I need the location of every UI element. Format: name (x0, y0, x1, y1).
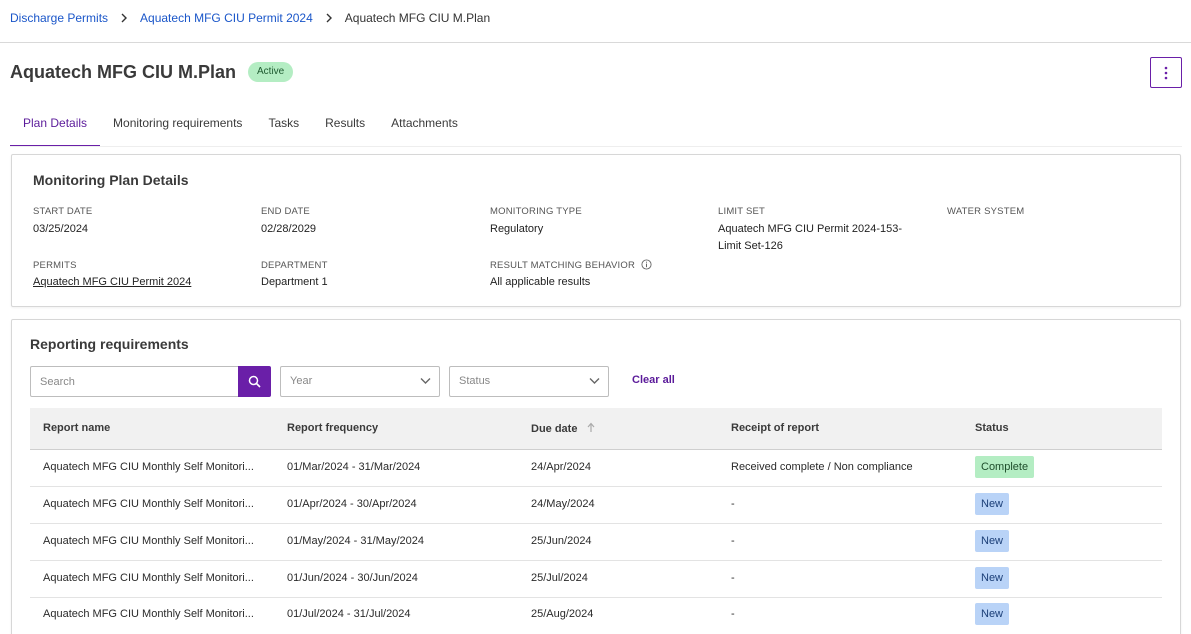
status-select[interactable]: Status (449, 366, 609, 397)
permit-link[interactable]: Aquatech MFG CIU Permit 2024 (33, 274, 191, 291)
more-options-button[interactable] (1150, 57, 1182, 88)
clear-all-link[interactable]: Clear all (632, 374, 675, 386)
monitoring-plan-card: Monitoring Plan Details START DATE 03/25… (11, 154, 1181, 307)
search-box (30, 366, 271, 397)
report-frequency-cell: 01/Jun/2024 - 30/Jun/2024 (287, 572, 418, 584)
status-badge: Active (248, 62, 294, 82)
chevron-right-icon (326, 13, 332, 23)
search-button[interactable] (238, 366, 271, 397)
due-date-cell: 24/May/2024 (531, 498, 595, 510)
due-date-cell: 24/Apr/2024 (531, 461, 591, 473)
limit-set-value-line1: Aquatech MFG CIU Permit 2024-153- (718, 223, 903, 235)
breadcrumb-link-permit[interactable]: Aquatech MFG CIU Permit 2024 (140, 11, 313, 25)
receipt-cell: - (731, 572, 735, 584)
header-divider (0, 42, 1191, 43)
report-name-cell[interactable]: Aquatech MFG CIU Monthly Self Monitori..… (43, 535, 254, 547)
breadcrumb-current: Aquatech MFG CIU M.Plan (344, 11, 491, 25)
report-name-cell[interactable]: Aquatech MFG CIU Monthly Self Monitori..… (43, 572, 254, 584)
year-select-placeholder: Year (290, 375, 313, 387)
status-badge-new: New (975, 530, 1010, 552)
tab-plan-details[interactable]: Plan Details (10, 105, 101, 147)
column-header-report-name[interactable]: Report name (43, 422, 110, 434)
result-matching-label-wrap: RESULT MATCHING BEHAVIOR (490, 259, 652, 271)
column-header-status[interactable]: Status (975, 422, 1009, 434)
status-badge-new: New (975, 493, 1010, 515)
receipt-cell: - (731, 498, 735, 510)
status-badge-new: New (975, 603, 1010, 625)
status-badge-complete: Complete (975, 456, 1035, 478)
column-header-report-frequency[interactable]: Report frequency (287, 422, 378, 434)
info-icon[interactable] (641, 259, 652, 270)
table-row[interactable]: Aquatech MFG CIU Monthly Self Monitori..… (30, 597, 1162, 634)
table-row[interactable]: Aquatech MFG CIU Monthly Self Monitori..… (30, 450, 1162, 487)
card-title: Monitoring Plan Details (33, 172, 189, 188)
card-title: Reporting requirements (30, 336, 189, 352)
chevron-down-icon (589, 378, 600, 384)
status-select-placeholder: Status (459, 375, 491, 387)
monitoring-type-value: Regulatory (490, 223, 544, 235)
chevron-right-icon (121, 13, 128, 23)
chevron-down-icon (420, 378, 431, 384)
report-name-cell[interactable]: Aquatech MFG CIU Monthly Self Monitori..… (43, 498, 254, 510)
water-system-label: WATER SYSTEM (947, 206, 1025, 217)
start-date-value: 03/25/2024 (33, 223, 89, 235)
column-header-receipt[interactable]: Receipt of report (731, 422, 819, 434)
breadcrumb-link-discharge-permits[interactable]: Discharge Permits (10, 11, 108, 25)
tabs-divider (10, 146, 1182, 147)
search-input[interactable] (31, 367, 238, 396)
receipt-cell: - (731, 535, 735, 547)
table-header: Report name Report frequency Due date Re… (30, 408, 1162, 450)
column-header-due-date[interactable]: Due date (531, 422, 596, 435)
monitoring-type-label: MONITORING TYPE (490, 206, 582, 217)
result-matching-label: RESULT MATCHING BEHAVIOR (490, 260, 636, 271)
report-frequency-cell: 01/Apr/2024 - 30/Apr/2024 (287, 498, 417, 510)
limit-set-value-line2: Limit Set-126 (718, 240, 783, 252)
table-row[interactable]: Aquatech MFG CIU Monthly Self Monitori..… (30, 561, 1162, 598)
report-name-cell[interactable]: Aquatech MFG CIU Monthly Self Monitori..… (43, 608, 254, 620)
tab-tasks[interactable]: Tasks (255, 105, 312, 147)
receipt-cell: - (731, 608, 735, 620)
status-badge-new: New (975, 567, 1010, 589)
end-date-label: END DATE (261, 206, 310, 217)
table-row[interactable]: Aquatech MFG CIU Monthly Self Monitori..… (30, 487, 1162, 524)
tab-results[interactable]: Results (312, 105, 378, 147)
department-label: DEPARTMENT (261, 260, 328, 271)
due-date-cell: 25/Aug/2024 (531, 608, 594, 620)
table-row[interactable]: Aquatech MFG CIU Monthly Self Monitori..… (30, 524, 1162, 561)
limit-set-label: LIMIT SET (718, 206, 766, 217)
permits-label: PERMITS (33, 260, 77, 271)
kebab-vertical-icon (1164, 66, 1168, 79)
department-value: Department 1 (261, 276, 328, 288)
start-date-label: START DATE (33, 206, 93, 217)
receipt-cell: Received complete / Non compliance (731, 461, 913, 473)
report-frequency-cell: 01/Mar/2024 - 31/Mar/2024 (287, 461, 421, 473)
tab-monitoring-requirements[interactable]: Monitoring requirements (100, 105, 255, 147)
tab-bar: Plan Details Monitoring requirements Tas… (10, 105, 471, 147)
search-icon (248, 375, 261, 388)
due-date-header-label: Due date (531, 423, 578, 435)
report-frequency-cell: 01/May/2024 - 31/May/2024 (287, 535, 424, 547)
sort-arrow-up-icon[interactable] (586, 422, 596, 433)
breadcrumb: Discharge Permits Aquatech MFG CIU Permi… (10, 11, 490, 25)
report-name-cell[interactable]: Aquatech MFG CIU Monthly Self Monitori..… (43, 461, 254, 473)
year-select[interactable]: Year (280, 366, 440, 397)
result-matching-value: All applicable results (490, 276, 591, 288)
tab-attachments[interactable]: Attachments (378, 105, 471, 147)
page-title: Aquatech MFG CIU M.Plan (10, 62, 237, 82)
due-date-cell: 25/Jul/2024 (531, 572, 588, 584)
end-date-value: 02/28/2029 (261, 223, 317, 235)
due-date-cell: 25/Jun/2024 (531, 535, 592, 547)
report-frequency-cell: 01/Jul/2024 - 31/Jul/2024 (287, 608, 411, 620)
